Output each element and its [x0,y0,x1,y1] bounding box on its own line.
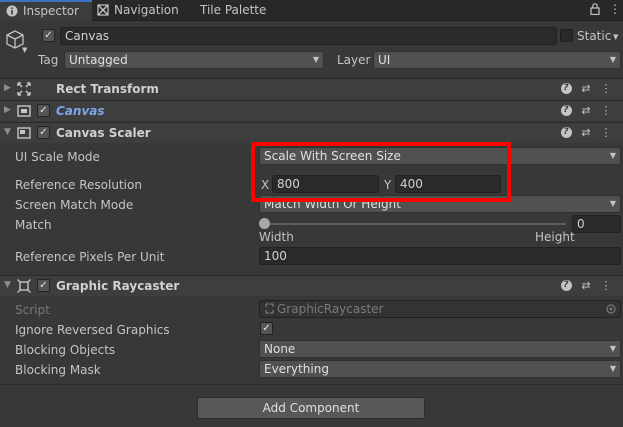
component-title: Canvas Scaler [56,126,151,140]
reference-resolution-label: Reference Resolution [15,178,142,192]
screen-match-mode-label: Screen Match Mode [15,198,134,212]
object-name-field[interactable]: Canvas [60,27,557,45]
kebab-menu-icon[interactable]: ⋮ [599,126,613,140]
help-icon[interactable]: ? [559,82,573,96]
preset-icon[interactable]: ⇄ [579,126,593,140]
blocking-objects-label: Blocking Objects [15,343,116,357]
width-label: Width [259,230,294,244]
component-title: Canvas [56,104,105,118]
tab-inspector[interactable]: Inspector [0,0,92,21]
static-checkbox[interactable] [560,29,573,42]
tab-tile-palette[interactable]: Tile Palette [200,0,280,21]
separator [0,384,623,385]
ignore-reversed-label: Ignore Reversed Graphics [15,323,170,337]
static-label: Static [577,29,612,43]
ui-scale-mode-label: UI Scale Mode [15,150,100,164]
lock-icon[interactable] [590,3,600,15]
tag-label: Tag [38,53,59,67]
layer-dropdown[interactable]: UI ▼ [373,51,621,69]
script-icon [265,303,274,314]
static-dropdown-arrow-icon[interactable]: ▼ [613,33,618,41]
graphic-raycaster-header[interactable]: ▼ ✓ Graphic Raycaster ? ⇄ ⋮ [0,275,623,296]
component-title: Rect Transform [56,82,159,96]
reference-pixels-label: Reference Pixels Per Unit [15,250,165,264]
match-label: Match [15,218,52,232]
reference-pixels-field[interactable]: 100 [259,247,621,265]
active-checkbox[interactable]: ✓ [42,29,55,42]
chevron-down-icon: ▼ [609,151,616,160]
icon-dropdown-arrow-icon[interactable]: ▼ [22,46,27,54]
ignore-reversed-checkbox[interactable]: ✓ [260,322,273,335]
navigation-icon [97,4,109,16]
layer-label: Layer [337,53,371,67]
blocking-mask-label: Blocking Mask [15,363,101,377]
canvas-header[interactable]: ▶ ✓ Canvas ? ⇄ ⋮ [0,100,623,121]
help-icon[interactable]: ? [559,104,573,118]
script-label: Script [15,303,50,317]
chevron-down-icon: ▼ [609,199,616,208]
kebab-menu-icon[interactable]: ⋮ [609,2,621,16]
chevron-down-icon: ▼ [609,55,616,64]
expand-arrow-icon[interactable]: ▶ [4,83,11,93]
chevron-down-icon: ▼ [609,344,616,353]
graphic-raycaster-enabled-checkbox[interactable]: ✓ [37,279,50,292]
tag-dropdown[interactable]: Untagged ▼ [64,51,324,69]
canvas-scaler-icon [17,127,31,139]
info-icon [6,5,18,17]
tab-navigation[interactable]: Navigation [97,0,192,21]
height-label: Height [535,230,575,244]
canvas-scaler-enabled-checkbox[interactable]: ✓ [37,126,50,139]
chevron-down-icon: ▼ [609,364,616,373]
collapse-arrow-icon[interactable]: ▼ [4,280,11,290]
rect-transform-icon [17,82,31,96]
chevron-down-icon: ▼ [312,55,319,64]
kebab-menu-icon[interactable]: ⋮ [599,104,613,118]
match-slider-handle[interactable] [259,218,270,229]
match-slider-track[interactable] [264,223,566,225]
tab-bar: Inspector Navigation Tile Palette ⋮ [0,0,623,21]
rect-transform-header[interactable]: ▶ Rect Transform ? ⇄ ⋮ [0,78,623,99]
script-field[interactable]: GraphicRaycaster [259,300,621,318]
help-icon[interactable]: ? [559,126,573,140]
preset-icon[interactable]: ⇄ [579,104,593,118]
canvas-enabled-checkbox[interactable]: ✓ [37,104,50,117]
canvas-icon [17,105,31,117]
help-icon[interactable]: ? [559,279,573,293]
collapse-arrow-icon[interactable]: ▼ [4,127,11,137]
preset-icon[interactable]: ⇄ [579,279,593,293]
kebab-menu-icon[interactable]: ⋮ [599,279,613,293]
blocking-mask-dropdown[interactable]: Everything ▼ [259,360,621,378]
object-picker-icon[interactable] [606,304,616,314]
canvas-scaler-header[interactable]: ▼ ✓ Canvas Scaler ? ⇄ ⋮ [0,122,623,143]
expand-arrow-icon[interactable]: ▶ [4,105,11,115]
highlight-annotation [251,142,511,202]
kebab-menu-icon[interactable]: ⋮ [599,82,613,96]
match-value-field[interactable]: 0 [572,215,621,233]
add-component-button[interactable]: Add Component [197,397,425,419]
component-title: Graphic Raycaster [56,279,180,293]
graphic-raycaster-icon [17,279,31,293]
preset-icon[interactable]: ⇄ [579,82,593,96]
blocking-objects-dropdown[interactable]: None ▼ [259,340,621,358]
